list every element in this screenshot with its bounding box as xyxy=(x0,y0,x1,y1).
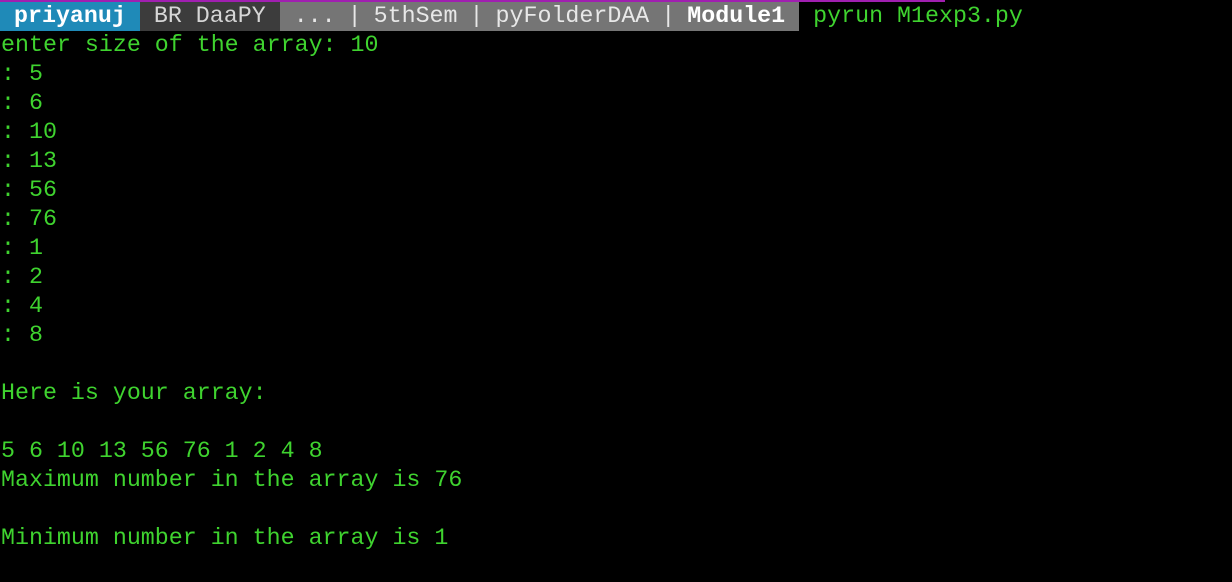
prompt-path-segment: ... | 5thSem | pyFolderDAA | Module1 xyxy=(279,2,800,31)
output-line: 5 6 10 13 56 76 1 2 4 8 xyxy=(1,438,323,464)
path-part: ... xyxy=(293,3,336,29)
path-part: pyFolderDAA xyxy=(495,3,650,29)
output-line: Here is your array: xyxy=(1,380,267,406)
output-line: Minimum number in the array is 1 xyxy=(1,525,449,551)
shell-prompt: priyanuj BR DaaPY ... | 5thSem | pyFolderDAA… xyxy=(0,2,1023,31)
output-line: : 1 xyxy=(1,235,43,261)
output-line: : 5 xyxy=(1,61,43,87)
output-line: : 13 xyxy=(1,148,57,174)
output-line: : 4 xyxy=(1,293,43,319)
path-separator: | xyxy=(347,3,362,29)
output-line: : 8 xyxy=(1,322,43,348)
terminal-output: enter size of the array: 10 : 5 : 6 : 10… xyxy=(1,31,462,553)
prompt-command[interactable]: pyrun M1exp3.py xyxy=(799,2,1023,31)
prompt-user-segment: priyanuj xyxy=(0,2,140,31)
path-separator: | xyxy=(661,3,676,29)
output-line: Maximum number in the array is 76 xyxy=(1,467,463,493)
path-part: 5thSem xyxy=(373,3,458,29)
output-line: : 56 xyxy=(1,177,57,203)
output-line: : 10 xyxy=(1,119,57,145)
path-separator: | xyxy=(469,3,484,29)
path-part-current: Module1 xyxy=(687,3,786,29)
output-line: : 76 xyxy=(1,206,57,232)
output-line: : 2 xyxy=(1,264,43,290)
output-line: enter size of the array: 10 xyxy=(1,32,379,58)
output-line: : 6 xyxy=(1,90,43,116)
prompt-env-segment: BR DaaPY xyxy=(139,2,280,31)
